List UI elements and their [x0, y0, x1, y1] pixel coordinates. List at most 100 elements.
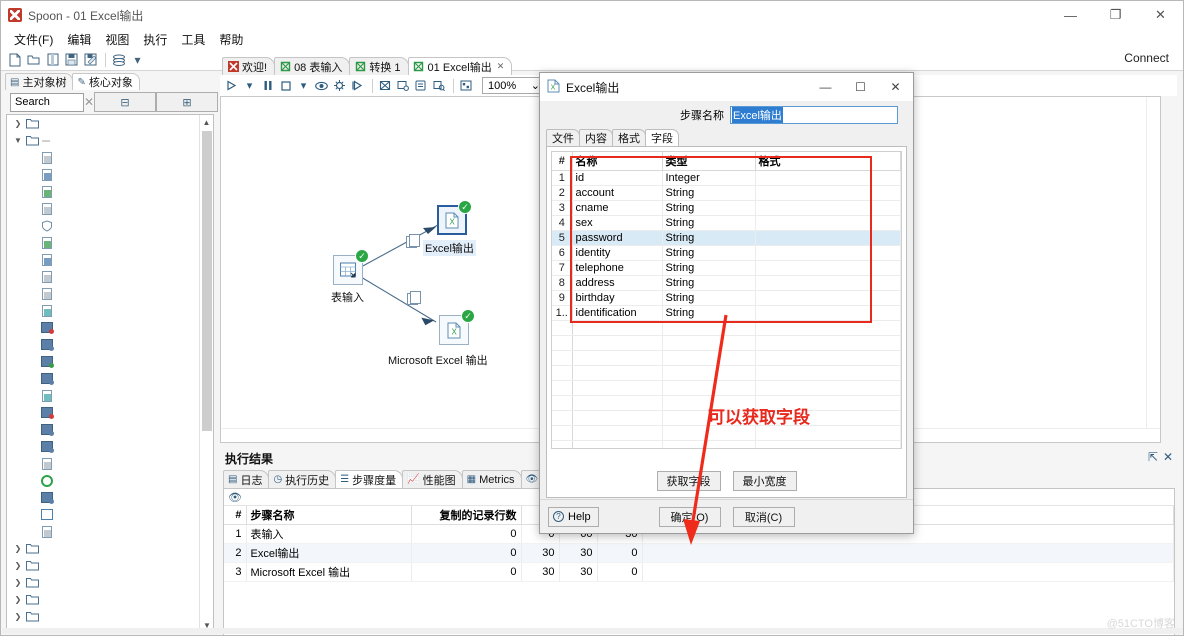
menu-file[interactable]: 文件(F) [7, 29, 60, 50]
tree-leaf-item[interactable]: › [7, 438, 200, 455]
close-button[interactable]: ✕ [1138, 1, 1183, 29]
tree-leaf-item[interactable]: › [7, 489, 200, 506]
search-input[interactable]: Search [10, 92, 84, 112]
menu-tools[interactable]: 工具 [174, 29, 212, 50]
ok-button[interactable]: 确定(O) [658, 506, 721, 527]
field-row[interactable]: 1 id Integer [552, 170, 901, 186]
tree-leaf-item[interactable]: › [7, 523, 200, 540]
chevron-right-icon[interactable]: ❯ [11, 561, 25, 570]
field-row-empty[interactable] [552, 380, 901, 396]
dialog-tab-format[interactable]: 格式 [612, 129, 646, 146]
database-icon[interactable] [110, 51, 127, 69]
field-row-empty[interactable] [552, 335, 901, 351]
field-row[interactable]: 3 cname String [552, 200, 901, 216]
chevron-down-icon[interactable]: ▼ [11, 136, 25, 145]
explore-repository-icon[interactable] [44, 51, 61, 69]
canvas-node-table-input[interactable]: ✓ [333, 249, 369, 285]
tree-leaf-item[interactable]: › [7, 149, 200, 166]
tree-leaf-item[interactable]: › [7, 183, 200, 200]
tree-leaf-item[interactable]: › [7, 200, 200, 217]
step-name-input[interactable]: Excel输出 [730, 106, 898, 124]
open-file-icon[interactable] [25, 51, 42, 69]
field-row[interactable]: 9 birthday String [552, 290, 901, 306]
field-row-empty[interactable] [552, 365, 901, 381]
debug-icon[interactable] [332, 78, 347, 94]
tree-scrollbar[interactable]: ▲ ▼ [199, 115, 213, 632]
close-icon[interactable]: ✕ [1163, 450, 1173, 464]
replay-icon[interactable] [350, 78, 365, 94]
tree-leaf-item[interactable]: › [7, 387, 200, 404]
save-as-icon[interactable] [82, 51, 99, 69]
canvas-node-ms-excel-output[interactable]: X ✓ [439, 309, 475, 345]
menu-help[interactable]: 帮助 [212, 29, 250, 50]
field-row[interactable]: 5 password String [552, 230, 901, 246]
scroll-up-icon[interactable]: ▲ [200, 115, 213, 129]
tree-leaf-item[interactable]: › [7, 234, 200, 251]
impact-analysis-icon[interactable] [395, 78, 410, 94]
menu-run[interactable]: 执行 [136, 29, 174, 50]
tree-leaf-item[interactable]: › [7, 353, 200, 370]
tree-folder-item[interactable]: ▼ [7, 132, 200, 149]
generate-sql-icon[interactable] [413, 78, 428, 94]
hop-icon[interactable] [407, 291, 421, 305]
tree-leaf-item[interactable]: › [7, 506, 200, 523]
show-last-result-icon[interactable] [431, 78, 446, 94]
excel-output-dialog[interactable]: X Excel输出 — ☐ ✕ 步骤名称 Excel输出 文件 内容 格式 字段 [539, 72, 914, 545]
field-row-empty[interactable] [552, 440, 901, 448]
tree-leaf-item[interactable]: › [7, 268, 200, 285]
pause-icon[interactable] [260, 78, 275, 94]
dialog-close-button[interactable]: ✕ [878, 73, 913, 101]
tree-folder-item[interactable]: ❯ [7, 557, 200, 574]
field-row-empty[interactable] [552, 320, 901, 336]
tab-transformation-1[interactable]: 转换 1 [349, 57, 409, 75]
menu-edit[interactable]: 编辑 [60, 29, 98, 50]
help-button[interactable]: ? Help [548, 506, 599, 527]
field-row[interactable]: 7 telephone String [552, 260, 901, 276]
tab-close-icon[interactable]: ✕ [497, 61, 505, 72]
tree-leaf-item[interactable]: › [7, 421, 200, 438]
tree-leaf-item[interactable]: › [7, 455, 200, 472]
tab-log[interactable]: ▤ 日志 [223, 470, 270, 488]
scroll-thumb[interactable] [202, 131, 212, 431]
tree-folder-item[interactable]: ❯ [7, 591, 200, 608]
dialog-tab-fields[interactable]: 字段 [645, 129, 679, 146]
minimize-button[interactable]: — [1048, 1, 1093, 29]
field-row-empty[interactable] [552, 350, 901, 366]
tree-leaf-item[interactable]: › [7, 217, 200, 234]
tree-leaf-item[interactable]: › [7, 404, 200, 421]
tree-leaf-item[interactable]: › [7, 319, 200, 336]
tree-folder-item[interactable]: ❯ [7, 115, 200, 132]
tab-08-table-input[interactable]: 08 表输入 [274, 57, 351, 75]
new-file-icon[interactable] [6, 51, 23, 69]
tree-leaf-item[interactable]: › [7, 336, 200, 353]
core-objects-tree[interactable]: ❯▼›››››››››››››››››››››››❯❯❯❯❯❯❯❯❯❯ ▲ ▼ [6, 114, 214, 633]
dialog-tab-content[interactable]: 内容 [579, 129, 613, 146]
tree-folder-item[interactable]: ❯ [7, 540, 200, 557]
dialog-minimize-button[interactable]: — [808, 73, 843, 101]
field-row[interactable]: 8 address String [552, 275, 901, 291]
chevron-right-icon[interactable]: ❯ [11, 119, 25, 128]
tab-metrics[interactable]: ▦ Metrics [461, 470, 522, 488]
clear-x-icon[interactable]: ✕ [84, 95, 94, 109]
tab-execution-history[interactable]: ◷ 执行历史 [268, 470, 337, 488]
chevron-right-icon[interactable]: ❯ [11, 612, 25, 621]
dialog-tab-file[interactable]: 文件 [546, 129, 580, 146]
tab-welcome[interactable]: 欢迎! [222, 57, 276, 75]
chevron-right-icon[interactable]: ❯ [11, 595, 25, 604]
expand-all-icon[interactable]: ⊞ [156, 92, 218, 112]
maximize-icon[interactable]: ⇱ [1148, 450, 1158, 464]
tree-leaf-item[interactable]: › [7, 251, 200, 268]
field-row[interactable]: 2 account String [552, 185, 901, 201]
cancel-button[interactable]: 取消(C) [732, 506, 795, 527]
tree-leaf-item[interactable]: › [7, 370, 200, 387]
table-row[interactable]: 2 Excel输出 0 30 30 0 [224, 543, 1174, 563]
minimal-width-button[interactable]: 最小宽度 [732, 471, 797, 491]
field-row[interactable]: 4 sex String [552, 215, 901, 231]
canvas-node-excel-output[interactable]: X ✓ [437, 200, 472, 235]
tree-leaf-item[interactable]: › [7, 472, 200, 489]
tab-performance-graph[interactable]: 📈 性能图 [402, 470, 463, 488]
chevron-right-icon[interactable]: ❯ [11, 544, 25, 553]
tab-01-excel-output[interactable]: 01 Excel输出 ✕ [407, 57, 513, 75]
stop-options-dropdown-icon[interactable]: ▾ [296, 78, 311, 94]
preview-icon[interactable] [314, 78, 329, 94]
